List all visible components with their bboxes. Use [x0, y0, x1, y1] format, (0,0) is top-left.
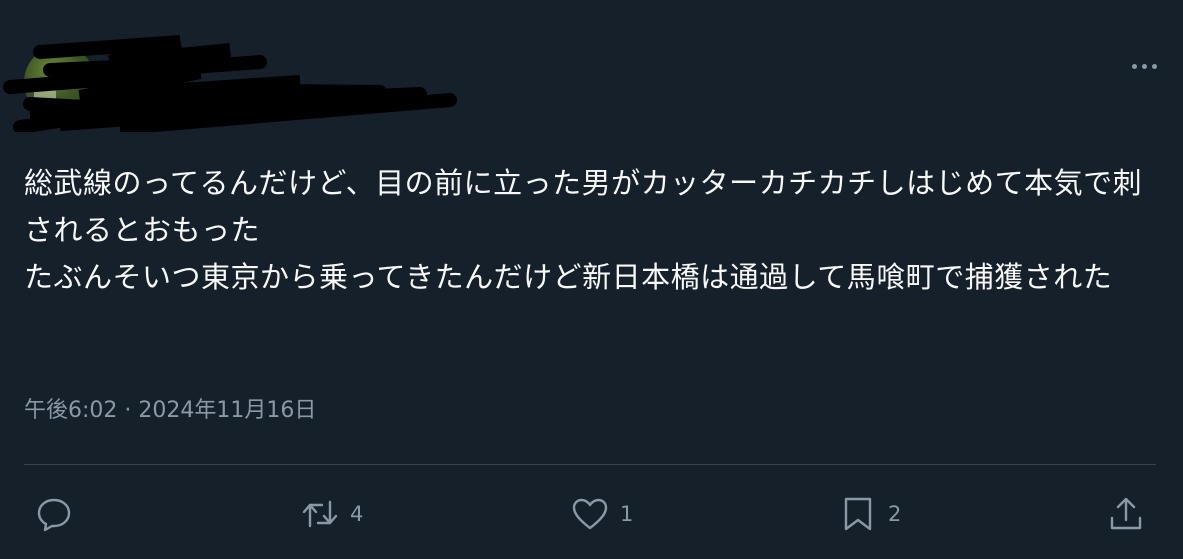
divider [24, 464, 1156, 465]
share-icon [1110, 497, 1142, 530]
retweet-button[interactable]: 4 [300, 488, 363, 540]
share-button[interactable] [1106, 488, 1146, 540]
display-name[interactable]: ナ [120, 44, 146, 81]
like-button[interactable]: 1 [570, 488, 633, 540]
tweet-timestamp[interactable]: 午後6:02 · 2024年11月16日 [24, 392, 316, 424]
action-bar: 4 1 2 [0, 488, 1183, 540]
like-count: 1 [620, 502, 634, 526]
bookmark-button[interactable]: 2 [838, 488, 901, 540]
reply-icon [37, 498, 71, 532]
avatar-image-detail [34, 88, 56, 110]
avatar[interactable] [24, 46, 96, 118]
bookmark-icon [844, 497, 872, 531]
more-dot-icon [1151, 63, 1157, 69]
tweet-text: 総武線のってるんだけど、目の前に立った男がカッターカチカチしはじめて本気で刺され… [24, 166, 1143, 294]
reply-button[interactable] [34, 488, 84, 540]
heart-icon [572, 498, 608, 530]
more-options-button[interactable] [1124, 52, 1164, 80]
more-dot-icon [1131, 63, 1137, 69]
user-handle[interactable]: @gu [120, 86, 174, 114]
retweet-count: 4 [350, 502, 364, 526]
more-dot-icon [1141, 63, 1147, 69]
tweet-header: ナ @gu [3, 35, 1159, 132]
retweet-icon [302, 500, 338, 528]
bookmark-count: 2 [888, 502, 902, 526]
tweet-card: ナ @gu 総武線のってるんだけど、目の前に立った男がカッターカチカチしはじめて… [0, 0, 1183, 559]
